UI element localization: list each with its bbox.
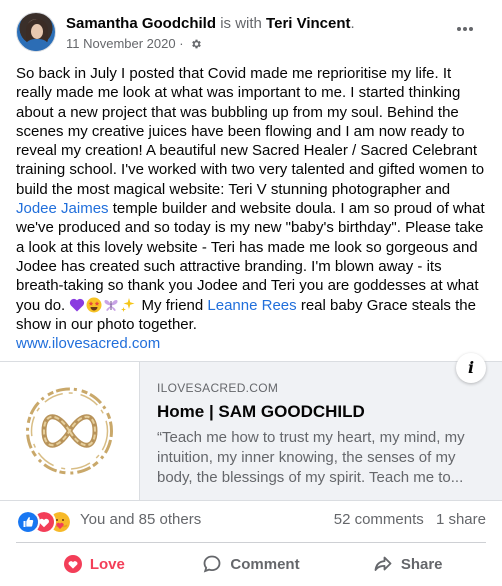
actions-divider [16,542,486,543]
star-struck-icon [86,297,102,313]
website-link[interactable]: www.ilovesacred.com [16,335,160,352]
post-stats: 52 comments 1 share [334,511,486,529]
post-text-1: So back in July I posted that Covid made… [16,65,485,198]
post-body: So back in July I posted that Covid made… [16,64,486,353]
comment-button[interactable]: Comment [173,546,330,582]
butterfly-icon [104,299,118,311]
gear-icon[interactable] [190,38,202,50]
post-header: Samantha Goodchild is with Teri Vincent.… [16,12,486,56]
infinity-logo-icon [26,387,113,475]
post-date[interactable]: 11 November 2020 [66,36,176,51]
more-options-icon[interactable] [456,18,484,38]
share-button[interactable]: Share [329,546,486,582]
mention-jodee[interactable]: Jodee Jaimes [16,200,109,217]
comment-icon [204,555,221,573]
preview-title[interactable]: Home | SAM GOODCHILD [157,401,487,423]
comment-label: Comment [230,555,300,573]
preview-thumbnail[interactable] [0,362,140,500]
author-name[interactable]: Samantha Goodchild [66,15,216,32]
preview-description: “Teach me how to trust my heart, my mind… [157,429,465,486]
post-text-3: My friend [137,296,208,314]
preview-domain: ILOVESACRED.COM [157,381,279,395]
author-line: Samantha Goodchild is with Teri Vincent. [66,14,355,34]
preview-text: ILOVESACRED.COM Home | SAM GOODCHILD “Te… [157,380,487,488]
mention-leanne[interactable]: Leanne Rees [207,297,296,314]
share-label: Share [400,555,443,573]
facebook-post: Samantha Goodchild is with Teri Vincent.… [0,0,502,586]
reactions-bar: You and 85 others 52 comments 1 share [16,508,486,534]
sparkles-icon [121,297,135,312]
shares-count[interactable]: 1 share [436,511,486,528]
love-button[interactable]: Love [16,546,173,582]
link-preview-card[interactable]: ILOVESACRED.COM Home | SAM GOODCHILD “Te… [0,361,502,501]
post-meta: 11 November 2020 · [66,36,202,52]
purple-heart-icon [70,298,85,312]
reaction-summary[interactable]: You and 85 others [80,511,201,529]
heart-icon [63,555,82,573]
love-label: Love [89,555,125,573]
with-text: is with [220,15,262,32]
tagged-person[interactable]: Teri Vincent [266,15,350,32]
comments-count[interactable]: 52 comments [334,511,424,528]
tagged-suffix: . [350,15,355,32]
share-icon [374,556,392,571]
info-button[interactable]: i [456,353,486,383]
like-reaction-icon [16,510,40,534]
post-actions: Love Comment Share [16,546,486,582]
author-avatar[interactable] [16,12,56,52]
meta-separator: · [179,36,184,51]
